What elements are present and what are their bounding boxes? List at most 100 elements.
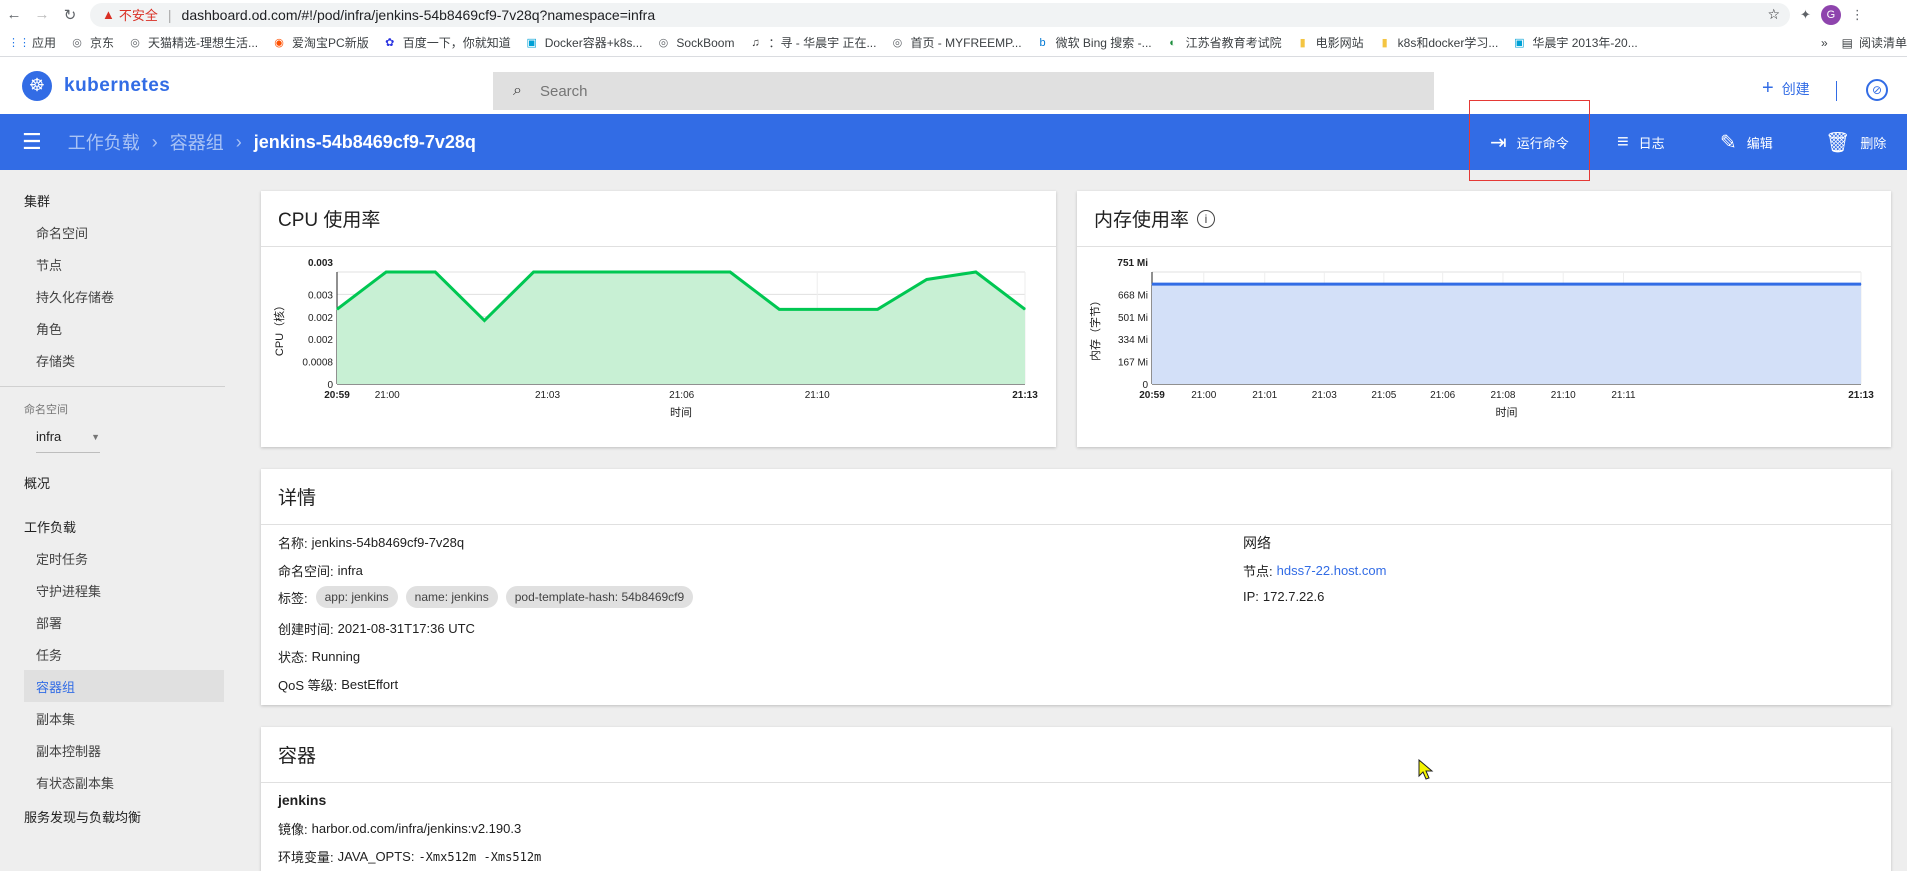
bookmark-item[interactable]: ▮ 电影网站 <box>1296 34 1364 51</box>
data-point <box>729 271 731 273</box>
chevron-right-icon: » <box>1820 35 1828 50</box>
memory-card-title-text: 内存使用率 <box>1094 210 1190 231</box>
image-value: harbor.od.com/infra/jenkins:v2.190.3 <box>311 821 522 836</box>
back-icon[interactable]: ← <box>0 1 28 29</box>
bookmark-label: 爱淘宝PC新版 <box>292 36 369 50</box>
cpu-card-title: CPU 使用率 <box>261 191 1056 247</box>
sidebar-item[interactable]: 部署 <box>0 606 225 638</box>
sidebar-item[interactable]: 守护进程集 <box>0 574 225 606</box>
bookmark-item[interactable]: ◐ 江苏省教育考试院 <box>1166 34 1282 51</box>
data-point <box>975 271 977 273</box>
star-icon[interactable]: ☆ <box>1767 6 1780 23</box>
y-tick-label: 0.002 <box>308 335 333 346</box>
bookmark-item[interactable]: ⋮⋮ 应用 <box>8 34 56 51</box>
plus-icon: + <box>1762 77 1774 99</box>
logs-button[interactable]: ≡ 日志 <box>1617 114 1665 170</box>
menu-icon[interactable]: ⋮ <box>1851 7 1864 23</box>
bookmark-item[interactable]: ▣ 华晨宇 2013年-20... <box>1512 34 1638 51</box>
sidebar-item[interactable]: 角色 <box>0 312 225 344</box>
avatar[interactable]: G <box>1820 4 1841 25</box>
apps-icon: ⋮⋮ <box>8 37 30 49</box>
sidebar-workloads-head[interactable]: 工作负载 <box>0 510 225 542</box>
y-axis-label: 内存（字节） <box>1088 295 1102 361</box>
sidebar-item[interactable]: 定时任务 <box>0 542 225 574</box>
node-link[interactable]: hdss7-22.host.com <box>1277 563 1387 578</box>
divider <box>0 386 225 387</box>
reading-list-icon: ▤ <box>1841 35 1853 50</box>
data-point <box>483 320 485 322</box>
namespace-label: 命名空间: <box>278 564 334 579</box>
delete-button[interactable]: 🗑 删除 <box>1825 114 1886 170</box>
edit-button[interactable]: ✎ 编辑 <box>1720 114 1773 170</box>
bookmark-item[interactable]: ✿ 百度一下，你就知道 <box>383 34 511 51</box>
extensions-icon[interactable]: ✦ <box>1800 7 1811 23</box>
sidebar-item[interactable]: 副本控制器 <box>0 734 225 766</box>
shield-icon: ◐ <box>1169 36 1176 49</box>
bookmark-label: SockBoom <box>676 35 735 50</box>
data-point <box>877 308 879 310</box>
action-bar: ☰ 工作负载 › 容器组 › jenkins-54b8469cf9-7v28q … <box>0 114 1907 170</box>
node-label: 节点: <box>1243 564 1273 579</box>
env-label: 环境变量: <box>278 850 334 865</box>
baidu-icon: ✿ <box>385 37 395 49</box>
name-value: jenkins-54b8469cf9-7v28q <box>311 535 465 550</box>
bookmark-item[interactable]: b 微软 Bing 搜索 -... <box>1036 34 1152 51</box>
breadcrumb-workloads[interactable]: 工作负载 <box>68 129 140 155</box>
url-text: dashboard.od.com/#!/pod/infra/jenkins-54… <box>181 6 656 23</box>
bookmark-item[interactable]: ◎ 首页 - MYFREEMP... <box>890 34 1022 51</box>
bookmark-item[interactable]: ◎ 天猫精选-理想生活... <box>128 34 258 51</box>
label-chip: pod-template-hash: 54b8469cf9 <box>505 586 694 608</box>
data-point <box>1024 308 1026 310</box>
sidebar-item[interactable]: 命名空间 <box>0 216 225 248</box>
sidebar-service-head[interactable]: 服务发现与负载均衡 <box>0 800 225 832</box>
bookmark-item[interactable]: ♫ ：寻 - 华晨宇 正在... <box>748 34 876 51</box>
bookmark-label: 京东 <box>90 36 115 50</box>
data-point <box>582 271 584 273</box>
created-label: 创建时间: <box>278 622 334 637</box>
sidebar-item[interactable]: 存储类 <box>0 344 225 376</box>
forward-icon[interactable]: → <box>28 1 56 29</box>
reload-icon[interactable]: ↻ <box>56 1 84 29</box>
menu-icon[interactable]: ☰ <box>22 129 42 155</box>
namespace-select[interactable]: infra ▼ <box>36 421 100 453</box>
series-area <box>1152 284 1861 384</box>
sidebar-item[interactable]: 有状态副本集 <box>0 766 225 798</box>
bookmark-item[interactable]: ◎ SockBoom <box>656 35 735 50</box>
sidebar-cluster-head[interactable]: 集群 <box>0 184 225 216</box>
search-input[interactable]: ⌕ Search <box>493 72 1434 110</box>
data-point <box>1860 283 1862 285</box>
y-tick-label: 167 Mi <box>1118 358 1148 369</box>
bookmark-item[interactable]: ◎ 京东 <box>70 34 114 51</box>
sidebar-item[interactable]: 副本集 <box>0 702 225 734</box>
memory-chart: 0167 Mi334 Mi501 Mi668 Mi751 Mi20:59 21:0… <box>1088 258 1874 419</box>
reading-list-button[interactable]: » ▤ 阅读清单 <box>1812 34 1907 51</box>
user-icon[interactable]: ⊘ <box>1866 79 1888 101</box>
kubernetes-logo[interactable]: ☸ kubernetes <box>22 70 171 101</box>
x-tick-label: 21:05 <box>1371 390 1396 401</box>
bookmark-item[interactable]: ▮ k8s和docker学习... <box>1378 34 1499 51</box>
create-button[interactable]: + 创建 <box>1762 77 1810 100</box>
address-bar[interactable]: ▲ 不安全 | dashboard.od.com/#!/pod/infra/je… <box>90 2 1790 27</box>
sidebar-overview[interactable]: 概况 <box>0 466 225 498</box>
breadcrumb-pods[interactable]: 容器组 <box>170 129 224 155</box>
sidebar-item[interactable]: 容器组 <box>24 670 224 702</box>
bookmark-label: 江苏省教育考试院 <box>1185 36 1282 50</box>
bookmark-item[interactable]: ▣ Docker容器+k8s... <box>525 34 643 51</box>
x-tick-label: 21:10 <box>805 390 830 401</box>
sidebar-item[interactable]: 持久化存储卷 <box>0 280 225 312</box>
page-title: jenkins-54b8469cf9-7v28q <box>253 131 476 152</box>
info-icon[interactable]: i <box>1197 209 1216 228</box>
globe-icon: ◎ <box>72 37 82 49</box>
logo-text: kubernetes <box>64 74 171 96</box>
bookmark-item[interactable]: ◉ 爱淘宝PC新版 <box>272 34 369 51</box>
sidebar-item[interactable]: 任务 <box>0 638 225 670</box>
y-tick-label: 751 Mi <box>1117 258 1148 269</box>
globe-icon: ◎ <box>658 37 669 49</box>
logs-label: 日志 <box>1638 135 1665 151</box>
bookmark-label: 微软 Bing 搜索 -... <box>1055 36 1152 50</box>
bookmark-label: 华晨宇 2013年-20... <box>1532 36 1638 50</box>
pencil-icon: ✎ <box>1720 131 1737 154</box>
sidebar-item[interactable]: 节点 <box>0 248 225 280</box>
divider <box>1836 81 1837 101</box>
mouse-cursor-icon <box>1418 759 1434 780</box>
